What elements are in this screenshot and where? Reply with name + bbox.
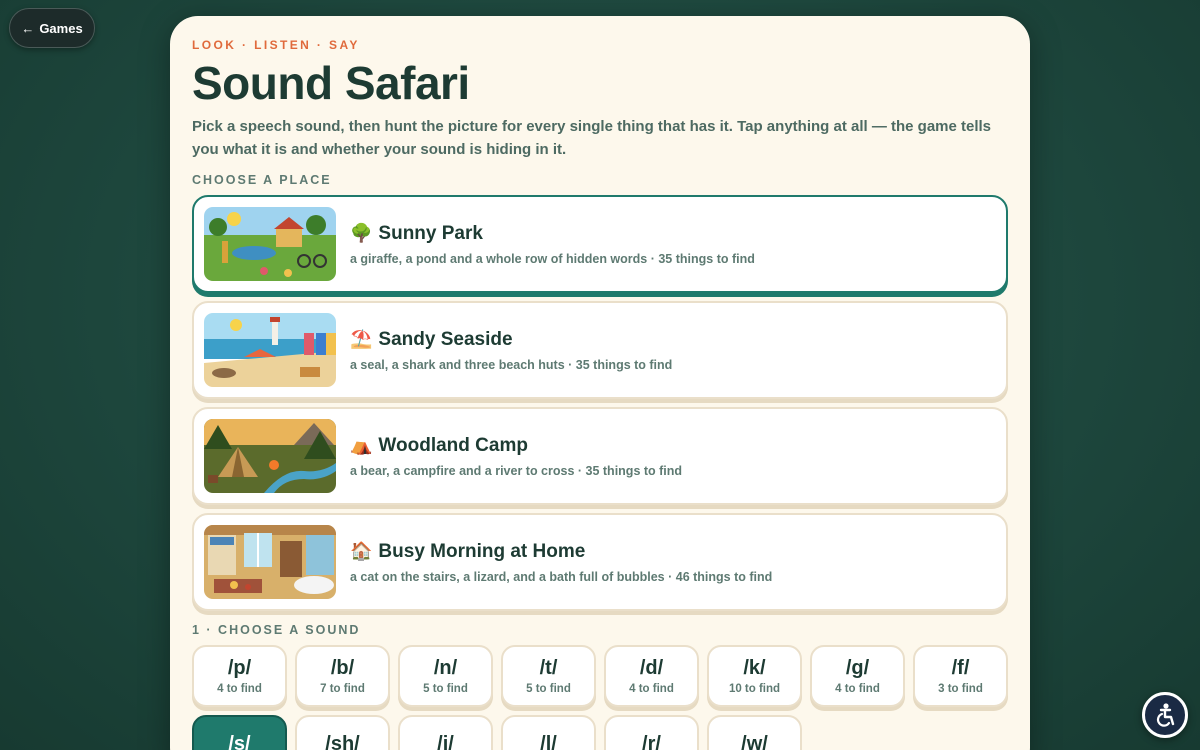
- sound-count: 4 to find: [835, 683, 880, 695]
- sound-option-g[interactable]: /g/4 to find: [810, 645, 905, 707]
- sound-option-d[interactable]: /d/4 to find: [604, 645, 699, 707]
- sound-count: 7 to find: [320, 683, 365, 695]
- sound-label: /t/: [539, 657, 558, 679]
- sound-label: /g/: [845, 657, 870, 679]
- arrow-left-icon: ←: [21, 20, 35, 36]
- place-title-label: Sunny Park: [378, 222, 483, 244]
- sound-label: /d/: [639, 657, 664, 679]
- sound-option-n[interactable]: /n/5 to find: [398, 645, 493, 707]
- sound-count: 10 to find: [728, 683, 781, 695]
- sound-option-f[interactable]: /f/3 to find: [913, 645, 1008, 707]
- sound-option-b[interactable]: /b/7 to find: [295, 645, 390, 707]
- tent-icon: ⛺: [350, 435, 373, 455]
- beach-umbrella-icon: ⛱️: [350, 329, 373, 349]
- game-card: LOOK · LISTEN · SAY Sound Safari Pick a …: [170, 16, 1030, 750]
- sound-label: /sh/: [325, 733, 360, 750]
- sound-label: /r/: [642, 733, 661, 750]
- place-description: a bear, a campfire and a river to cross …: [350, 463, 683, 478]
- sound-count: 5 to find: [423, 683, 468, 695]
- place-option-busy-morning-at-home[interactable]: 🏠 Busy Morning at Home a cat on the stai…: [192, 513, 1008, 611]
- place-text: 🌳 Sunny Park a giraffe, a pond and a who…: [350, 223, 755, 266]
- place-description: a giraffe, a pond and a whole row of hid…: [350, 251, 755, 266]
- sound-count: 5 to find: [526, 683, 571, 695]
- tree-icon: 🌳: [350, 223, 373, 243]
- sound-label: /f/: [951, 657, 970, 679]
- sound-grid: /p/4 to find /b/7 to find /n/5 to find /…: [192, 645, 1008, 750]
- place-title-label: Busy Morning at Home: [378, 540, 586, 562]
- sound-option-j[interactable]: /j/: [398, 715, 493, 750]
- place-title-label: Sandy Seaside: [378, 328, 513, 350]
- sound-option-s[interactable]: /s/: [192, 715, 287, 750]
- sound-option-l[interactable]: /l/: [501, 715, 596, 750]
- place-title-label: Woodland Camp: [378, 434, 528, 456]
- house-icon: 🏠: [350, 541, 373, 561]
- sound-label: /n/: [433, 657, 458, 679]
- sound-label: /p/: [227, 657, 252, 679]
- place-text: ⛱️ Sandy Seaside a seal, a shark and thr…: [350, 329, 672, 372]
- sound-label: /s/: [228, 733, 251, 750]
- sound-label: /j/: [437, 733, 454, 750]
- place-option-woodland-camp[interactable]: ⛺ Woodland Camp a bear, a campfire and a…: [192, 407, 1008, 505]
- place-option-sandy-seaside[interactable]: ⛱️ Sandy Seaside a seal, a shark and thr…: [192, 301, 1008, 399]
- intro-text: Pick a speech sound, then hunt the pictu…: [192, 118, 992, 158]
- back-to-games-button[interactable]: ← Games: [9, 8, 95, 48]
- sound-option-t[interactable]: /t/5 to find: [501, 645, 596, 707]
- sound-option-r[interactable]: /r/: [604, 715, 699, 750]
- sound-option-w[interactable]: /w/: [707, 715, 802, 750]
- place-title: ⛱️ Sandy Seaside: [350, 329, 672, 351]
- sound-label: /l/: [540, 733, 557, 750]
- place-text: ⛺ Woodland Camp a bear, a campfire and a…: [350, 435, 682, 478]
- page-title: Sound Safari: [192, 57, 470, 109]
- sound-count: 4 to find: [629, 683, 674, 695]
- sound-label: /k/: [743, 657, 766, 679]
- place-title: ⛺ Woodland Camp: [350, 435, 682, 457]
- sound-label: /b/: [330, 657, 355, 679]
- accessibility-icon: [1156, 703, 1175, 727]
- choose-place-label: CHOOSE A PLACE: [192, 173, 332, 187]
- eyebrow-text: LOOK · LISTEN · SAY: [192, 38, 360, 52]
- woodland-scene-thumbnail: [204, 419, 336, 493]
- sound-count: 3 to find: [938, 683, 983, 695]
- sound-option-sh[interactable]: /sh/: [295, 715, 390, 750]
- accessibility-button[interactable]: [1142, 692, 1188, 738]
- home-scene-thumbnail: [204, 525, 336, 599]
- place-option-sunny-park[interactable]: 🌳 Sunny Park a giraffe, a pond and a who…: [192, 195, 1008, 293]
- place-description: a cat on the stairs, a lizard, and a bat…: [350, 569, 773, 584]
- sound-count: 4 to find: [217, 683, 262, 695]
- place-text: 🏠 Busy Morning at Home a cat on the stai…: [350, 541, 772, 584]
- seaside-scene-thumbnail: [204, 313, 336, 387]
- back-button-label: Games: [39, 20, 83, 36]
- sound-option-k[interactable]: /k/10 to find: [707, 645, 802, 707]
- place-list: 🌳 Sunny Park a giraffe, a pond and a who…: [192, 195, 1008, 611]
- place-title: 🌳 Sunny Park: [350, 223, 755, 245]
- sound-option-p[interactable]: /p/4 to find: [192, 645, 287, 707]
- place-title: 🏠 Busy Morning at Home: [350, 541, 772, 563]
- park-scene-thumbnail: [204, 207, 336, 281]
- sound-label: /w/: [741, 733, 768, 750]
- place-description: a seal, a shark and three beach huts · 3…: [350, 357, 673, 372]
- choose-sound-label: 1 · CHOOSE A SOUND: [192, 623, 361, 637]
